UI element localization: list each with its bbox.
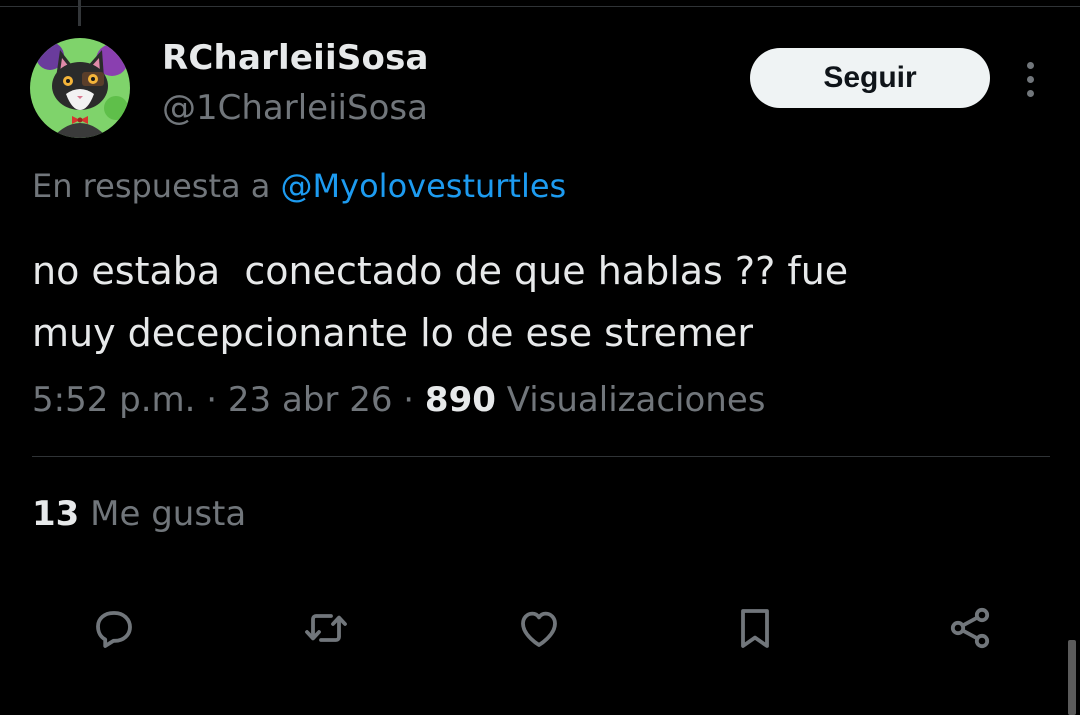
share-icon	[950, 607, 990, 649]
reply-prefix: En respuesta a	[32, 167, 281, 205]
share-button[interactable]	[942, 600, 998, 656]
likes-summary[interactable]: 13 Me gusta	[32, 494, 246, 534]
likes-count: 13	[32, 494, 80, 534]
cat-avatar-icon	[30, 38, 130, 138]
tweet-detail: RCharleiiSosa @1CharleiiSosa Seguir En r…	[0, 0, 1080, 715]
divider	[32, 456, 1050, 457]
top-border	[0, 6, 1080, 7]
more-vertical-icon	[1026, 61, 1034, 69]
likes-label: Me gusta	[79, 494, 247, 534]
heart-icon	[521, 611, 557, 647]
scrollbar[interactable]	[1068, 640, 1076, 715]
reply-context: En respuesta a @Myolovesturtles	[32, 167, 566, 205]
more-options-button[interactable]	[1014, 56, 1046, 102]
meta-separator: ·	[195, 380, 228, 420]
tweet-date[interactable]: 23 abr 26	[228, 380, 393, 420]
reply-button[interactable]	[86, 600, 142, 656]
more-vertical-icon	[1026, 89, 1034, 97]
avatar[interactable]	[30, 38, 130, 138]
author-display-name[interactable]: RCharleiiSosa	[162, 38, 429, 78]
views-count: 890	[424, 380, 496, 420]
bookmark-button[interactable]	[727, 600, 783, 656]
thread-line	[78, 0, 81, 26]
more-vertical-icon	[1026, 75, 1034, 83]
meta-separator: ·	[392, 380, 425, 420]
reply-mention-link[interactable]: @Myolovesturtles	[281, 167, 567, 205]
tweet-text: no estaba conectado de que hablas ?? fue…	[32, 249, 849, 355]
bookmark-icon	[741, 609, 769, 648]
tweet-time[interactable]: 5:52 p.m.	[32, 380, 195, 420]
follow-button[interactable]: Seguir	[750, 48, 990, 108]
repost-icon	[305, 614, 347, 642]
reply-icon	[96, 611, 132, 648]
author-handle[interactable]: @1CharleiiSosa	[162, 88, 428, 128]
like-button[interactable]	[511, 600, 567, 656]
repost-button[interactable]	[298, 600, 354, 656]
views-label: Visualizaciones	[495, 380, 766, 420]
tweet-meta: 5:52 p.m. · 23 abr 26 · 890 Visualizacio…	[32, 380, 765, 420]
